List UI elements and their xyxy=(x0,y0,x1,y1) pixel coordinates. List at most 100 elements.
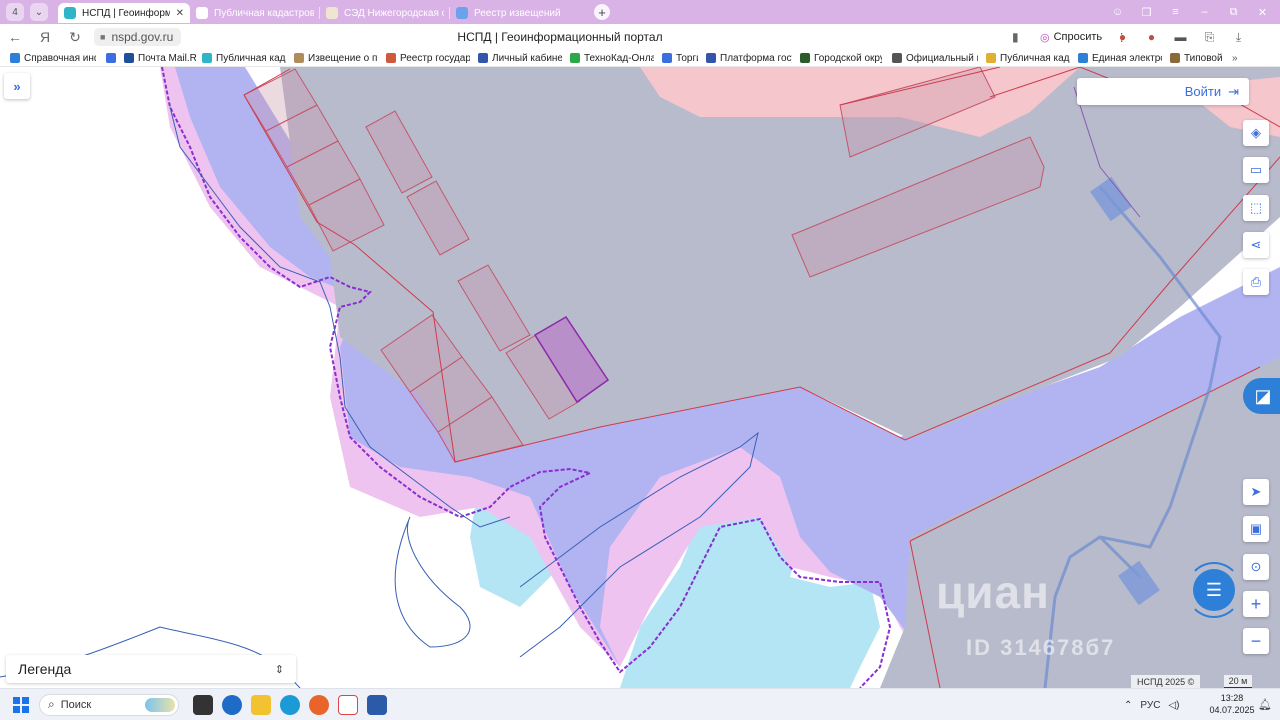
bookmarks-overflow-icon[interactable]: » xyxy=(1232,53,1252,64)
menu-icon[interactable]: ≡ xyxy=(1161,6,1190,18)
notification-icon[interactable]: 🔔︎ xyxy=(1258,698,1272,711)
bookmark-favicon-icon xyxy=(800,53,810,63)
restore-icon[interactable]: ⧉ xyxy=(1219,6,1248,19)
bookmark-item[interactable]: Официальный по xyxy=(892,53,978,64)
copyright: НСПД 2025 © xyxy=(1131,675,1201,688)
nspd-tab-icon xyxy=(64,7,76,19)
bookmark-item[interactable]: Личный кабинет xyxy=(478,53,562,64)
tab-counter-button[interactable]: 4 xyxy=(6,3,24,21)
registry-tab-icon xyxy=(456,7,468,19)
bookmark-favicon-icon xyxy=(478,53,488,63)
yandex-icon[interactable]: Я xyxy=(30,29,60,45)
login-button[interactable]: Войти ⇥ xyxy=(1077,78,1249,105)
tab-sed[interactable]: СЭД Нижегородская обл xyxy=(320,3,450,23)
collections-icon[interactable]: ❐ xyxy=(1132,6,1161,19)
firefox-icon[interactable] xyxy=(309,694,329,715)
extension-4-icon[interactable]: ⎘ xyxy=(1195,30,1224,45)
bookmark-favicon-icon xyxy=(10,53,20,63)
tab-nspd[interactable]: НСПД | Геоинформаци ✕ xyxy=(58,3,190,23)
bookmark-item[interactable]: Городской округ xyxy=(800,53,882,64)
tab-public-cadastral[interactable]: Публичная кадастровая xyxy=(190,3,320,23)
minus-icon: − xyxy=(1250,630,1262,651)
zoom-in-button[interactable]: + xyxy=(1243,591,1269,617)
app-icon[interactable] xyxy=(367,694,387,715)
legend-panel[interactable]: Легенда ⇕ xyxy=(6,655,296,683)
bookmarks-bar: Справочная инфо Почта Mail.Ru Публичная … xyxy=(0,50,1280,67)
extension-2-icon[interactable]: ● xyxy=(1137,30,1166,44)
bookmark-item[interactable]: Публичная кадас xyxy=(202,53,286,64)
layers-button[interactable]: ◈ xyxy=(1243,120,1269,146)
new-tab-button[interactable]: + xyxy=(594,4,610,20)
map-canvas[interactable] xyxy=(0,67,1280,688)
app-icon[interactable] xyxy=(222,694,242,715)
select-area-button[interactable]: ⬚ xyxy=(1243,195,1269,221)
geolocation-button[interactable]: ⊙ xyxy=(1243,554,1269,580)
back-icon[interactable]: ← xyxy=(0,29,30,45)
language-indicator[interactable]: РУС xyxy=(1140,700,1160,711)
minimap-button[interactable]: ▣ xyxy=(1243,516,1269,542)
edge-icon[interactable] xyxy=(280,694,300,715)
bookmark-item[interactable]: Справочная инфо xyxy=(10,53,96,64)
chat-icon: ☰ xyxy=(1205,579,1223,600)
bookmark-item[interactable]: Публичная кадас xyxy=(986,53,1070,64)
bookmark-item[interactable]: Торги xyxy=(662,53,698,64)
assistant-button[interactable]: ◪ xyxy=(1243,378,1280,414)
chevron-updown-icon[interactable]: ⇕ xyxy=(275,663,284,676)
page-title: НСПД | Геоинформационный портал xyxy=(457,30,663,44)
login-icon: ⇥ xyxy=(1228,83,1239,99)
task-view-icon[interactable] xyxy=(193,694,213,715)
measure-button[interactable]: ▭ xyxy=(1243,157,1269,183)
downloads-icon[interactable]: ⤓ xyxy=(1224,30,1253,45)
system-tray: ⌃ РУС ◁) xyxy=(1124,689,1187,720)
extensions: ● ● ▬ ⎘ ⤓ xyxy=(1108,30,1253,45)
bookmark-favicon-icon xyxy=(202,53,212,63)
bookmark-item[interactable]: ТехноКад-Онлай xyxy=(570,53,654,64)
windows-start-icon[interactable] xyxy=(13,696,29,713)
print-button[interactable]: ⎙ xyxy=(1243,269,1269,295)
extension-1-icon[interactable]: ● xyxy=(1108,30,1137,44)
expand-panel-button[interactable]: » xyxy=(4,73,30,99)
bookmark-item[interactable]: Почта Mail.Ru xyxy=(124,53,196,64)
zoom-out-button[interactable]: − xyxy=(1243,628,1269,654)
tab-notice-registry[interactable]: Реестр извещений xyxy=(450,3,580,23)
bookmark-favicon-icon xyxy=(106,53,116,63)
close-window-icon[interactable]: ✕ xyxy=(1248,6,1277,19)
bookmark-item[interactable] xyxy=(106,53,118,63)
cadastral-tab-icon xyxy=(196,7,208,19)
share-icon: ⋖ xyxy=(1250,237,1262,252)
profile-icon[interactable]: ☺ xyxy=(1103,6,1132,18)
map-view[interactable]: циан ID 314678б7 » Войти ⇥ ◈ ▭ ⬚ ⋖ ⎙ ◪ ➤… xyxy=(0,67,1280,688)
tray-chevron-icon[interactable]: ⌃ xyxy=(1124,700,1132,711)
url-text: nspd.gov.ru xyxy=(111,30,174,44)
bookmark-favicon-icon xyxy=(986,53,996,63)
clock[interactable]: 13:28 04.07.2025 xyxy=(1208,692,1256,716)
watermark-id: ID 314678б7 xyxy=(966,635,1116,660)
minimize-icon[interactable]: – xyxy=(1190,6,1219,18)
window-controls: ☺ ❐ ≡ – ⧉ ✕ xyxy=(1103,0,1277,24)
bookmark-favicon-icon xyxy=(706,53,716,63)
bookmark-item[interactable]: Извещение о про xyxy=(294,53,378,64)
sed-tab-icon xyxy=(326,7,338,19)
bookmark-item[interactable]: Единая электрон xyxy=(1078,53,1162,64)
tab-list-chevron-icon[interactable]: ⌄ xyxy=(30,3,48,21)
volume-icon[interactable]: ◁) xyxy=(1168,700,1179,711)
search-decoration-icon xyxy=(145,697,175,712)
reload-icon[interactable]: ↻ xyxy=(60,29,90,46)
plus-icon: + xyxy=(1250,593,1262,614)
extension-3-icon[interactable]: ▬ xyxy=(1166,30,1195,44)
locate-button[interactable]: ➤ xyxy=(1243,479,1269,505)
bookmark-item[interactable]: Типовой xyxy=(1170,53,1222,64)
scale-bar: 20 м xyxy=(1224,675,1252,688)
bookmark-icon[interactable]: ▮ xyxy=(1012,30,1019,44)
url-field[interactable]: ■ nspd.gov.ru xyxy=(94,28,182,46)
taskbar-search[interactable]: ⌕ Поиск xyxy=(39,693,179,716)
chat-button[interactable]: ☰ xyxy=(1193,569,1235,611)
yandex-browser-icon[interactable] xyxy=(338,694,358,715)
bookmark-item[interactable]: Реестр государст xyxy=(386,53,470,64)
share-button[interactable]: ⋖ xyxy=(1243,232,1269,258)
bookmark-favicon-icon xyxy=(892,53,902,63)
file-explorer-icon[interactable] xyxy=(251,694,271,715)
close-tab-icon[interactable]: ✕ xyxy=(176,8,184,19)
bookmark-item[interactable]: Платформа госуд xyxy=(706,53,792,64)
lock-icon: ■ xyxy=(100,32,106,42)
